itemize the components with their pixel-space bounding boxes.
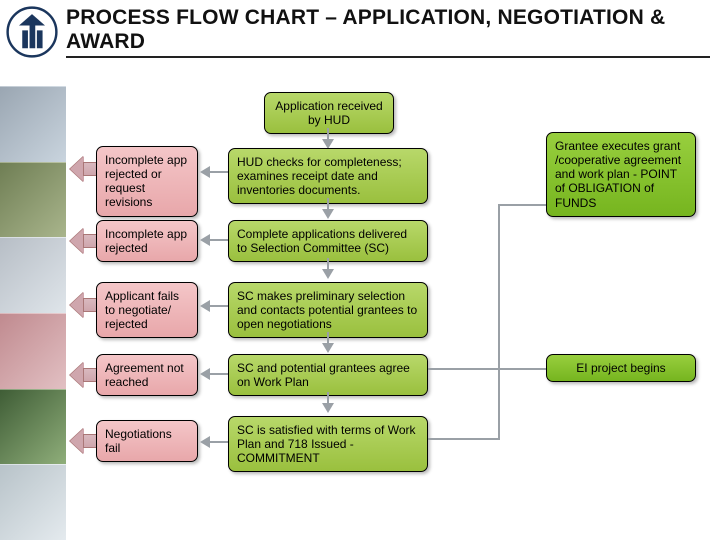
- photo-thumb: [0, 389, 66, 465]
- title-underline: [66, 56, 710, 58]
- page: PROCESS FLOW CHART – APPLICATION, NEGOTI…: [0, 0, 720, 540]
- node-start: Application received by HUD: [264, 92, 394, 134]
- hud-logo-icon: [6, 6, 58, 58]
- connector-line: [498, 204, 546, 206]
- header: PROCESS FLOW CHART – APPLICATION, NEGOTI…: [0, 0, 720, 58]
- connector-line: [498, 204, 500, 440]
- photo-thumb: [0, 464, 66, 540]
- node-step: SC makes preliminary selection and conta…: [228, 282, 428, 338]
- node-reject: Incomplete app rejected: [96, 220, 198, 262]
- connector-line: [428, 368, 546, 370]
- node-step: SC is satisfied with terms of Work Plan …: [228, 416, 428, 472]
- node-reject: Negotiations fail: [96, 420, 198, 462]
- node-reject: Incomplete app rejected or request revis…: [96, 146, 198, 217]
- photo-thumb: [0, 313, 66, 389]
- node-reject: Agreement not reached: [96, 354, 198, 396]
- node-step: Complete applications delivered to Selec…: [228, 220, 428, 262]
- photo-strip: [0, 86, 66, 540]
- connector-line: [428, 438, 498, 440]
- title-wrap: PROCESS FLOW CHART – APPLICATION, NEGOTI…: [66, 6, 710, 58]
- flow-area: Application received by HUD Incomplete a…: [66, 86, 720, 540]
- node-step: HUD checks for completeness; examines re…: [228, 148, 428, 204]
- photo-thumb: [0, 237, 66, 313]
- node-step: SC and potential grantees agree on Work …: [228, 354, 428, 396]
- node-reject: Applicant fails to negotiate/ rejected: [96, 282, 198, 338]
- node-right-top: Grantee executes grant /cooperative agre…: [546, 132, 696, 217]
- photo-thumb: [0, 162, 66, 238]
- node-right-bottom: EI project begins: [546, 354, 696, 382]
- photo-thumb: [0, 86, 66, 162]
- page-title: PROCESS FLOW CHART – APPLICATION, NEGOTI…: [66, 6, 710, 54]
